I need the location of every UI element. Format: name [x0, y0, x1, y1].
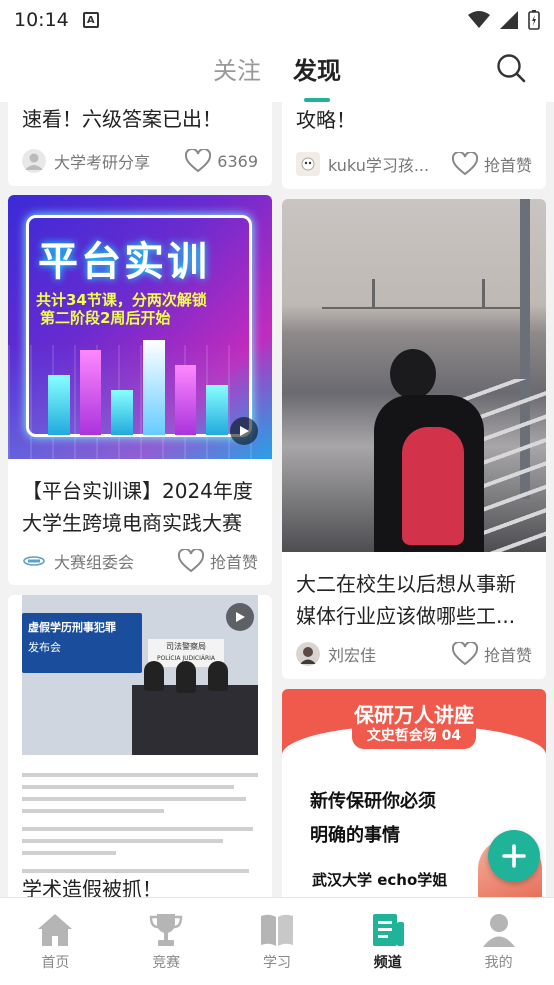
- card-cover-image: 平台实训 共计34节课，分两次解锁 第二阶段2周后开始: [8, 195, 272, 459]
- tab-follow[interactable]: 关注: [213, 51, 261, 92]
- heart-icon: [451, 152, 478, 176]
- search-icon[interactable]: [496, 53, 526, 83]
- like-button[interactable]: 抢首赞: [451, 642, 532, 666]
- like-button[interactable]: 抢首赞: [177, 549, 258, 573]
- feed-card[interactable]: 速看！六级答案已出！ 大学考研分享 6369: [8, 102, 272, 186]
- heart-icon: [185, 149, 212, 173]
- add-post-button[interactable]: [488, 830, 540, 882]
- nav-item-home[interactable]: 首页: [0, 898, 111, 985]
- nav-label: 学习: [262, 954, 291, 971]
- card-author: kuku学习孩...: [328, 156, 430, 175]
- feed-card[interactable]: 平台实训 共计34节课，分两次解锁 第二阶段2周后开始 【平台实训课】2024年…: [8, 195, 272, 585]
- avatar: [296, 152, 320, 176]
- card-cover-image: 虚假学历刑事犯罪 发布会 司法警察局 POLÍCIA JUDICIÁRIA: [22, 595, 258, 755]
- nav-item-channel[interactable]: 频道: [332, 898, 443, 985]
- status-bar: 10:14 A: [0, 0, 554, 40]
- red-backpack: [402, 427, 464, 545]
- top-header: 关注 发现: [0, 40, 554, 102]
- poster-sub-pill: 文史哲会场 04: [352, 725, 476, 749]
- signal-icon: [500, 11, 518, 29]
- play-icon: [236, 612, 245, 622]
- nav-label: 首页: [41, 954, 70, 971]
- wifi-icon: [468, 11, 490, 28]
- card-title: 【平台实训课】2024年度大学生跨境电商实践大赛: [22, 479, 253, 535]
- press-table: [132, 685, 258, 755]
- like-count: 抢首赞: [483, 156, 532, 175]
- card-title: 速看！六级答案已出！: [22, 107, 222, 131]
- press-banner: 虚假学历刑事犯罪 发布会: [22, 613, 142, 673]
- status-time: 10:14: [14, 9, 69, 31]
- tab-discover[interactable]: 发现: [293, 51, 341, 92]
- plus-icon: [502, 844, 526, 868]
- like-count: 抢首赞: [209, 553, 258, 572]
- channel-icon: [372, 913, 404, 946]
- card-author: 大学考研分享: [54, 153, 151, 172]
- discover-feed[interactable]: 速看！六级答案已出！ 大学考研分享 6369 平台实训 共计34节课，分两次解锁…: [0, 102, 554, 897]
- bridge: [322, 291, 522, 309]
- card-meta: 大学考研分享 6369: [22, 149, 258, 173]
- bottom-nav: 首页 竞赛 学习 频道 我的: [0, 897, 554, 985]
- poster-line2: 第二阶段2周后开始: [40, 309, 171, 327]
- nav-item-study[interactable]: 学习: [222, 898, 333, 985]
- like-count: 抢首赞: [483, 646, 532, 665]
- feed-card[interactable]: 虚假学历刑事犯罪 发布会 司法警察局 POLÍCIA JUDICIÁRIA 学术…: [8, 595, 272, 897]
- card-title: 攻略！: [296, 108, 356, 132]
- nav-label: 竞赛: [152, 954, 181, 971]
- video-play-badge: [230, 417, 258, 445]
- press-people: [144, 661, 228, 693]
- poster-line2: 明确的事情: [310, 825, 400, 846]
- card-meta: 大赛组委会 抢首赞: [22, 549, 258, 573]
- article-text-lines: [22, 765, 258, 881]
- feed-card[interactable]: 大二在校生以后想从事新媒体行业应该做哪些工... 刘宏佳 抢首赞: [282, 199, 546, 679]
- nav-label: 我的: [484, 954, 513, 971]
- card-meta: 刘宏佳 抢首赞: [296, 642, 532, 666]
- nav-item-competition[interactable]: 竞赛: [111, 898, 222, 985]
- poster-line1: 新传保研你必须: [310, 791, 436, 812]
- heart-icon: [451, 642, 478, 666]
- card-cover-image: [282, 199, 546, 552]
- like-button[interactable]: 6369: [185, 149, 258, 173]
- nav-item-profile[interactable]: 我的: [443, 898, 554, 985]
- like-button[interactable]: 抢首赞: [451, 152, 532, 176]
- top-tabs: 关注 发现: [213, 51, 341, 92]
- notification-a-icon: A: [82, 12, 99, 28]
- poster-headline: 平台实训: [38, 239, 210, 285]
- user-icon: [482, 913, 515, 947]
- card-author: 刘宏佳: [328, 646, 377, 665]
- play-icon: [240, 426, 249, 436]
- feed-card[interactable]: 攻略！ kuku学习孩... 抢首赞: [282, 102, 546, 189]
- poster-bars: [48, 335, 229, 435]
- nav-label: 频道: [373, 954, 402, 971]
- card-title: 学术造假被抓！: [22, 877, 162, 897]
- bridge-tower: [482, 279, 485, 309]
- trophy-icon: [149, 913, 183, 946]
- avatar: [296, 642, 320, 666]
- home-icon: [38, 913, 73, 946]
- card-meta: kuku学习孩... 抢首赞: [296, 152, 532, 176]
- video-play-badge: [226, 603, 254, 631]
- like-count: 6369: [217, 151, 258, 171]
- poster-headline: 保研万人讲座: [354, 703, 474, 727]
- person: [390, 349, 436, 399]
- status-icons: [468, 10, 540, 30]
- book-icon: [260, 914, 293, 946]
- poster-footer: 武汉大学 echo学姐: [312, 871, 448, 889]
- card-title: 大二在校生以后想从事新媒体行业应该做哪些工...: [296, 572, 516, 628]
- avatar: [22, 149, 46, 173]
- heart-icon: [177, 549, 204, 573]
- avatar: [23, 556, 45, 566]
- bridge-tower: [372, 279, 375, 309]
- battery-icon: [528, 10, 540, 30]
- card-author: 大赛组委会: [54, 553, 135, 572]
